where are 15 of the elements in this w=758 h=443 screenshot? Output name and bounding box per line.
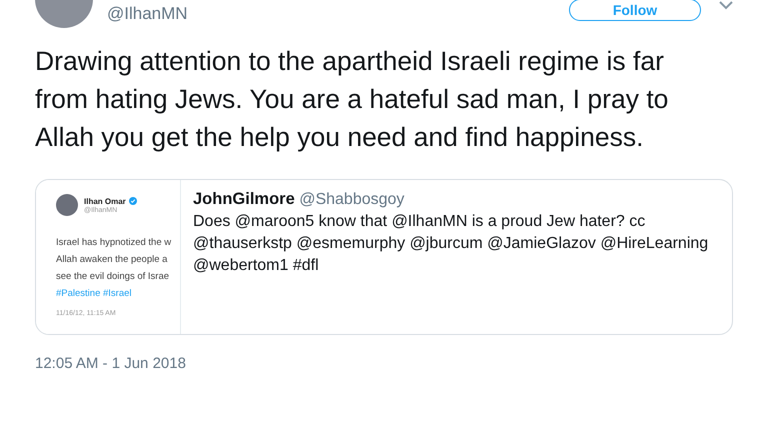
chevron-down-icon[interactable] <box>719 0 733 10</box>
quoted-tweet-text: Does @maroon5 know that @IlhanMN is a proud Jew hater? cc @thauserkstp @esmemurphy @jburcum @JamieGlazov @HireLearning @webertom1 #dfl <box>193 212 710 276</box>
hashtags: #Palestine #Israel <box>56 287 133 301</box>
quoted-author-handle[interactable]: @Shabbosgoy <box>299 191 404 208</box>
author-name: Ilhan Omar <box>84 197 126 206</box>
tweet-text: Drawing attention to the apartheid Israeli regime is far from hating Jews. You are a hateful sad man, I pray to Allah you get the help you need and find happiness. <box>35 45 670 154</box>
avatar <box>56 194 78 216</box>
quoted-author-name[interactable]: JohnGilmore <box>193 190 295 208</box>
user-handle[interactable]: @IlhanMN <box>107 4 569 24</box>
quoted-tweet-card[interactable] <box>35 179 733 335</box>
follow-button[interactable]: Follow <box>569 0 701 21</box>
tweet-text-line: Israel has hypnotized the w <box>56 236 172 250</box>
tweet-text-line: Allah awaken the people a <box>56 253 168 267</box>
tweet-timestamp[interactable]: 12:05 AM - 1 Jun 2018 <box>35 355 186 372</box>
tweet-text-line: see the evil doings of Israe <box>56 270 170 284</box>
